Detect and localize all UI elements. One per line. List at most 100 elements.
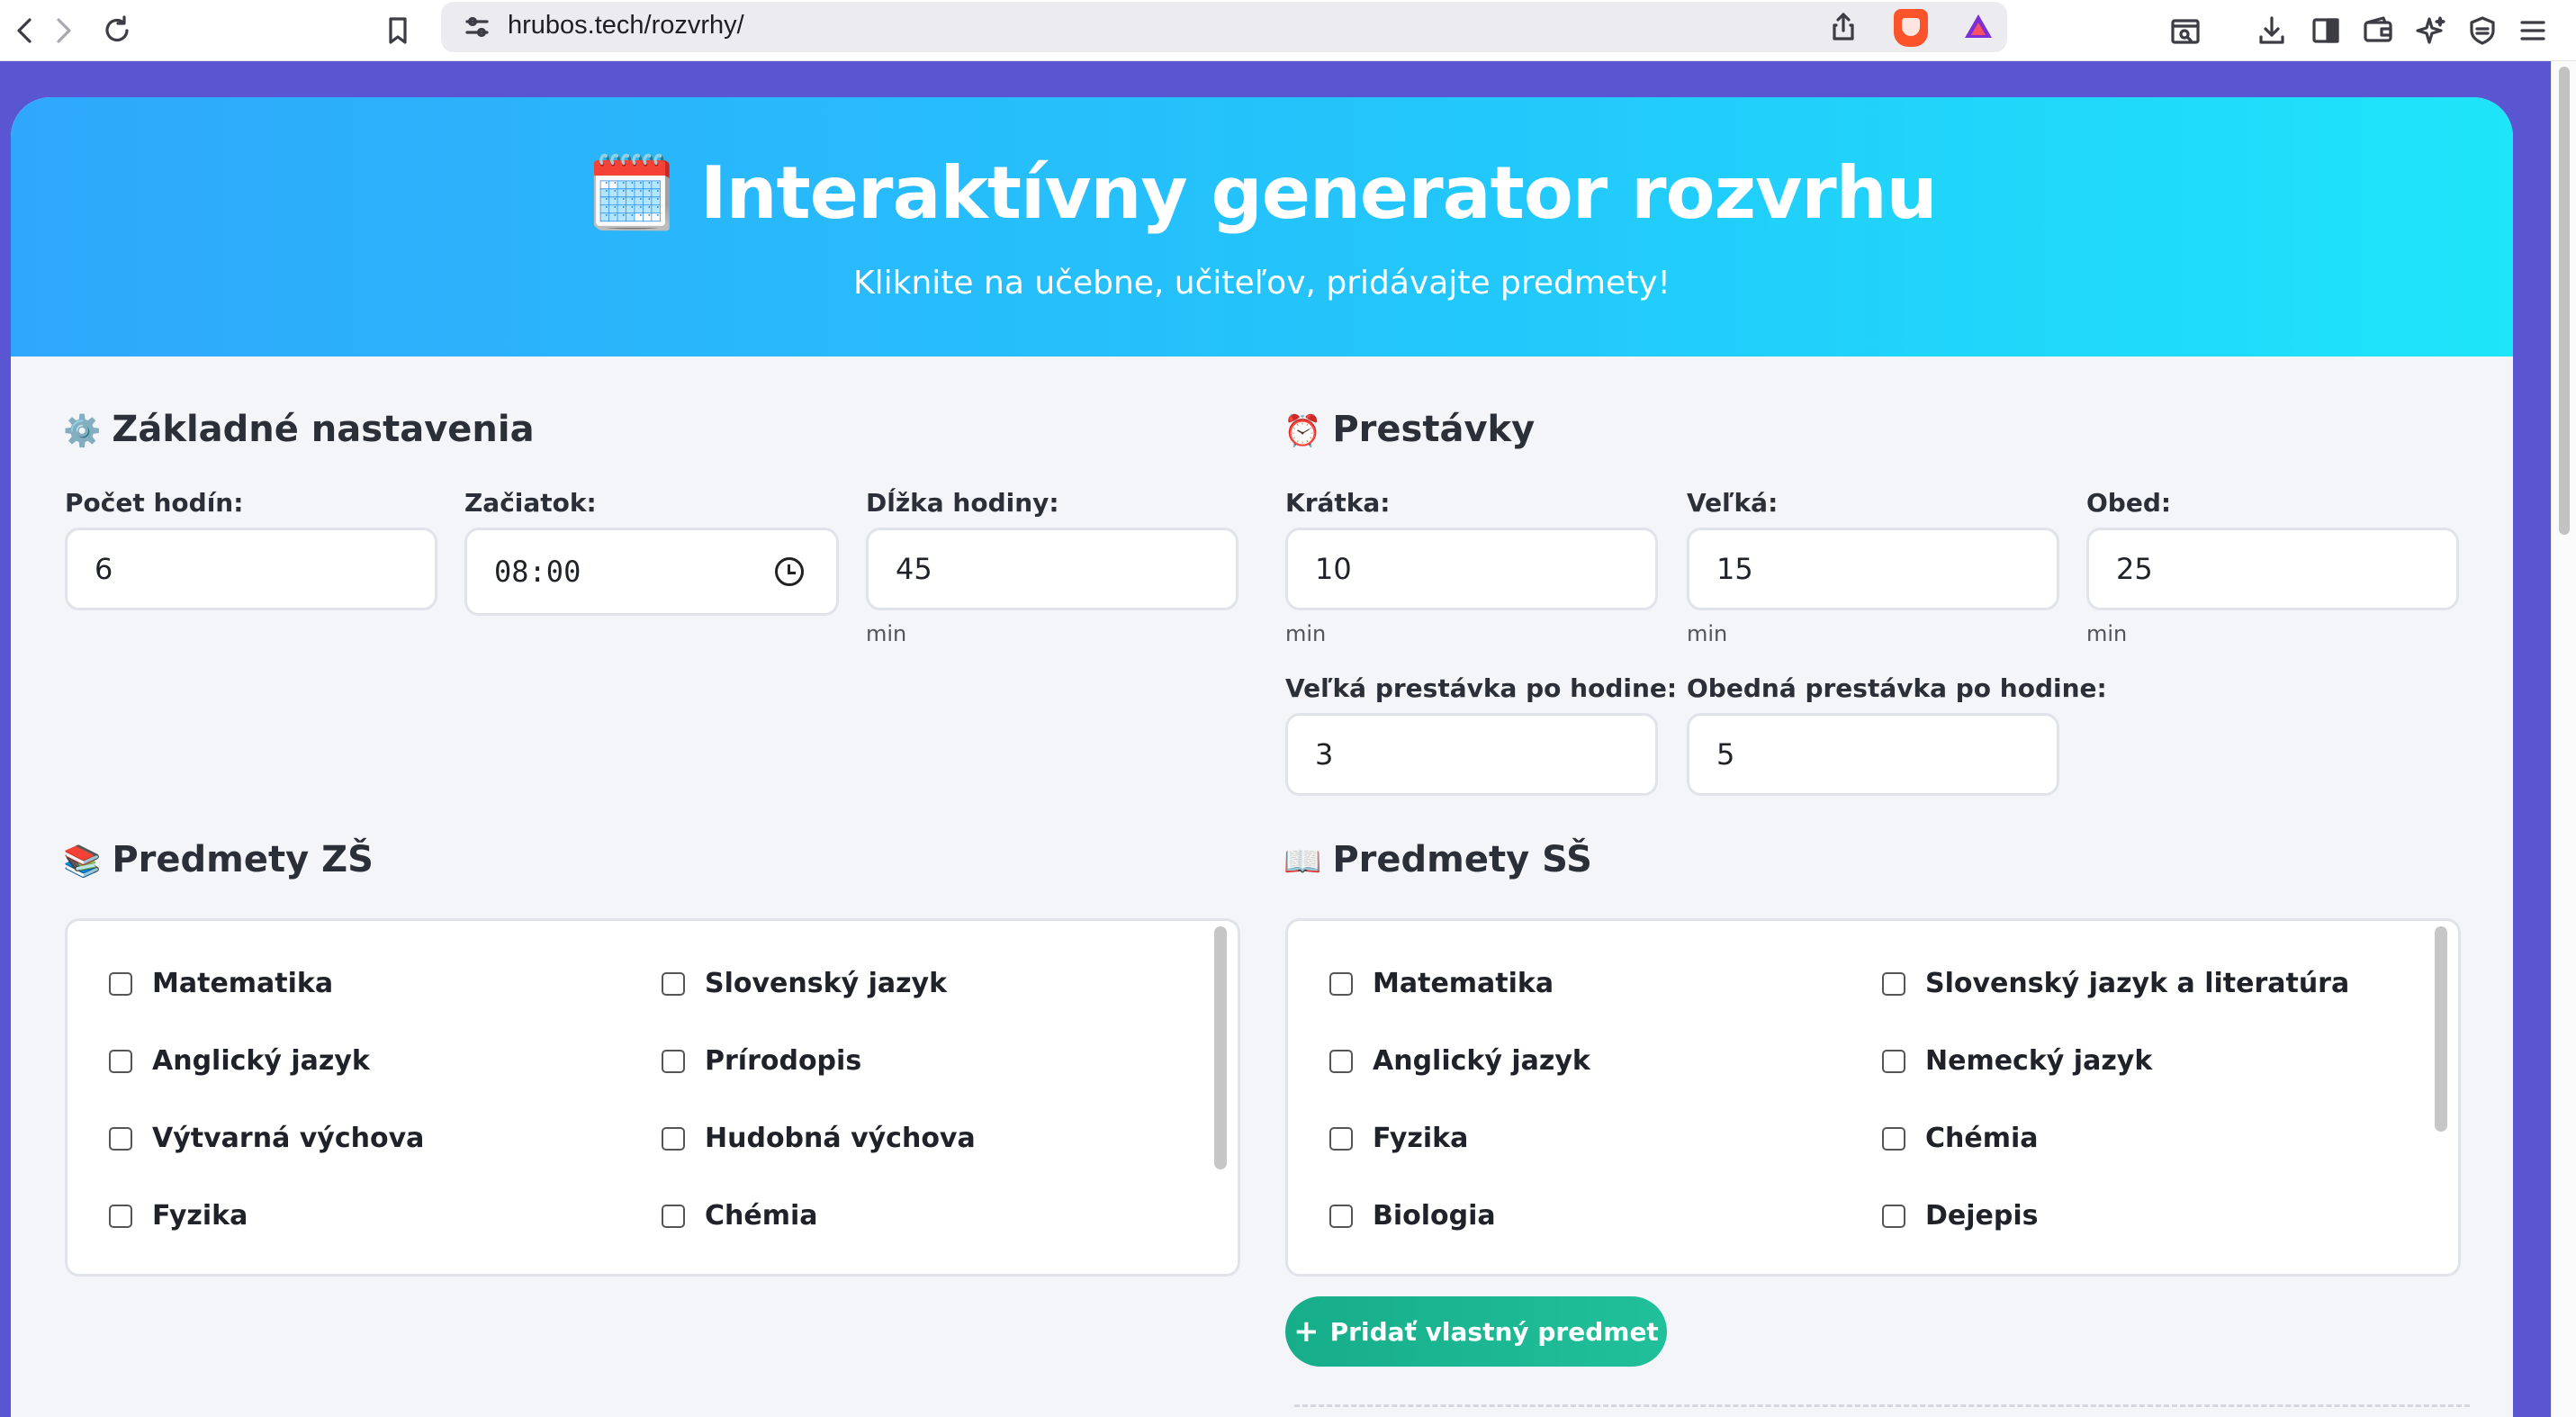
url-text[interactable]: hrubos.tech/rozvrhy/ xyxy=(508,11,744,41)
long-break-after-input[interactable]: 3 xyxy=(1285,713,1658,796)
zs-list-scrollbar-thumb[interactable] xyxy=(1214,926,1227,1169)
reader-mode-icon[interactable] xyxy=(2160,5,2211,56)
long-break-after-value: 3 xyxy=(1315,737,1334,772)
add-custom-subject-button[interactable]: + Pridať vlastný predmet xyxy=(1285,1296,1667,1367)
zs-subject-item[interactable]: Hudobná výchova xyxy=(662,1123,976,1154)
zs-subject-label: Prírodopis xyxy=(705,1045,862,1077)
bookmark-icon[interactable] xyxy=(373,5,423,56)
breaks-title: ⏰ Prestávky xyxy=(1283,409,1535,450)
start-time-label: Začiatok: xyxy=(464,488,597,518)
zs-subject-label: Výtvarná výchova xyxy=(152,1123,425,1154)
share-icon[interactable] xyxy=(1818,2,1869,52)
long-break-input[interactable]: 15 xyxy=(1687,528,2059,610)
zs-subject-item[interactable]: Fyzika xyxy=(109,1200,248,1232)
zs-subject-item[interactable]: Slovenský jazyk xyxy=(662,968,947,999)
downloads-icon[interactable] xyxy=(2247,5,2297,56)
ss-subject-label: Fyzika xyxy=(1373,1123,1469,1154)
page-subtitle: Kliknite na učebne, učiteľov, pridávajte… xyxy=(853,265,1671,302)
checkbox[interactable] xyxy=(109,1049,132,1073)
checkbox[interactable] xyxy=(1882,1204,1905,1228)
ss-subjects-list[interactable]: Matematika Slovenský jazyk a literatúra … xyxy=(1285,918,2461,1277)
lessons-count-label: Počet hodín: xyxy=(65,488,244,518)
page-scrollbar-thumb[interactable] xyxy=(2559,67,2570,535)
zs-subject-item[interactable]: Výtvarná výchova xyxy=(109,1123,424,1154)
open-book-icon: 📖 xyxy=(1283,844,1322,880)
zs-subject-item[interactable]: Matematika xyxy=(109,968,333,999)
lunch-break-after-label: Obedná prestávka po hodine: xyxy=(1687,673,2107,703)
ss-subject-item[interactable]: Anglický jazyk xyxy=(1329,1045,1590,1077)
ss-subject-label: Dejepis xyxy=(1925,1200,2039,1232)
ss-subject-item[interactable]: Fyzika xyxy=(1329,1123,1468,1154)
gear-icon: ⚙️ xyxy=(63,413,102,449)
clock-icon[interactable] xyxy=(775,557,804,586)
lessons-count-value: 6 xyxy=(95,552,113,586)
ss-subject-item[interactable]: Biologia xyxy=(1329,1200,1496,1232)
lunch-break-after-value: 5 xyxy=(1716,737,1735,772)
zs-subject-item[interactable]: Prírodopis xyxy=(662,1045,861,1077)
zs-list-scrollbar[interactable] xyxy=(1214,926,1227,1270)
short-break-unit: min xyxy=(1285,621,1327,646)
page-title-text: Interaktívny generator rozvrhu xyxy=(699,151,1938,235)
zs-subject-item[interactable]: Chémia xyxy=(662,1200,818,1232)
ss-subject-item[interactable]: Dejepis xyxy=(1882,1200,2039,1232)
checkbox[interactable] xyxy=(109,971,132,996)
checkbox[interactable] xyxy=(1329,1126,1353,1151)
plus-icon: + xyxy=(1293,1313,1320,1349)
checkbox[interactable] xyxy=(109,1204,132,1228)
zs-subjects-title: 📚 Predmety ZŠ xyxy=(63,839,374,880)
lunch-break-after-input[interactable]: 5 xyxy=(1687,713,2059,796)
zs-subject-label: Chémia xyxy=(705,1200,818,1232)
zs-subject-label: Matematika xyxy=(152,968,334,999)
reload-icon[interactable] xyxy=(92,5,142,56)
checkbox[interactable] xyxy=(1882,1049,1905,1073)
lesson-length-value: 45 xyxy=(896,552,932,586)
checkbox[interactable] xyxy=(662,971,685,996)
alarm-clock-icon: ⏰ xyxy=(1283,413,1322,449)
checkbox[interactable] xyxy=(1329,971,1353,996)
checkbox[interactable] xyxy=(662,1204,685,1228)
lesson-length-input[interactable]: 45 xyxy=(866,528,1238,610)
zs-subject-item[interactable]: Anglický jazyk xyxy=(109,1045,370,1077)
wallet-icon[interactable] xyxy=(2353,5,2403,56)
ss-subject-item[interactable]: Nemecký jazyk xyxy=(1882,1045,2152,1077)
start-time-input[interactable]: 08:00 xyxy=(464,528,839,616)
ss-subject-item[interactable]: Slovenský jazyk a literatúra xyxy=(1882,968,2349,999)
page-scrollbar[interactable] xyxy=(2551,61,2576,1417)
ss-subject-label: Nemecký jazyk xyxy=(1925,1045,2153,1077)
ss-list-scrollbar-thumb[interactable] xyxy=(2435,926,2447,1132)
sidebar-icon[interactable] xyxy=(2301,5,2351,56)
menu-icon[interactable] xyxy=(2508,5,2558,56)
forward-icon[interactable] xyxy=(38,5,88,56)
ss-subject-item[interactable]: Matematika xyxy=(1329,968,1554,999)
checkbox[interactable] xyxy=(109,1126,132,1151)
ss-subjects-title: 📖 Predmety SŠ xyxy=(1283,839,1592,880)
checkbox[interactable] xyxy=(662,1126,685,1151)
zs-subject-label: Fyzika xyxy=(152,1200,248,1232)
ss-subject-item[interactable]: Chémia xyxy=(1882,1123,2039,1154)
zs-subject-label: Hudobná výchova xyxy=(705,1123,976,1154)
zs-subjects-title-text: Predmety ZŠ xyxy=(112,839,374,880)
page-header: 🗓️ Interaktívny generator rozvrhu Klikni… xyxy=(11,97,2513,357)
lessons-count-input[interactable]: 6 xyxy=(65,528,437,610)
ss-list-scrollbar[interactable] xyxy=(2435,926,2447,1270)
lunch-break-label: Obed: xyxy=(2086,488,2172,518)
lunch-break-unit: min xyxy=(2086,621,2128,646)
address-bar[interactable]: hrubos.tech/rozvrhy/ xyxy=(441,2,2007,52)
site-settings-icon[interactable] xyxy=(452,2,502,52)
leo-ai-icon[interactable] xyxy=(2405,5,2455,56)
brave-shields-icon[interactable] xyxy=(1894,9,1928,47)
ss-subject-label: Matematika xyxy=(1373,968,1554,999)
brave-rewards-icon[interactable] xyxy=(1953,2,2004,52)
checkbox[interactable] xyxy=(1329,1204,1353,1228)
lunch-break-input[interactable]: 25 xyxy=(2086,528,2459,610)
zs-subjects-list[interactable]: Matematika Slovenský jazyk Anglický jazy… xyxy=(65,918,1240,1277)
vpn-icon[interactable] xyxy=(2457,5,2508,56)
checkbox[interactable] xyxy=(1882,1126,1905,1151)
checkbox[interactable] xyxy=(662,1049,685,1073)
ss-subject-label: Slovenský jazyk a literatúra xyxy=(1925,968,2350,999)
checkbox[interactable] xyxy=(1329,1049,1353,1073)
checkbox[interactable] xyxy=(1882,971,1905,996)
short-break-value: 10 xyxy=(1315,552,1352,586)
app-container: 🗓️ Interaktívny generator rozvrhu Klikni… xyxy=(11,97,2513,1417)
short-break-input[interactable]: 10 xyxy=(1285,528,1658,610)
